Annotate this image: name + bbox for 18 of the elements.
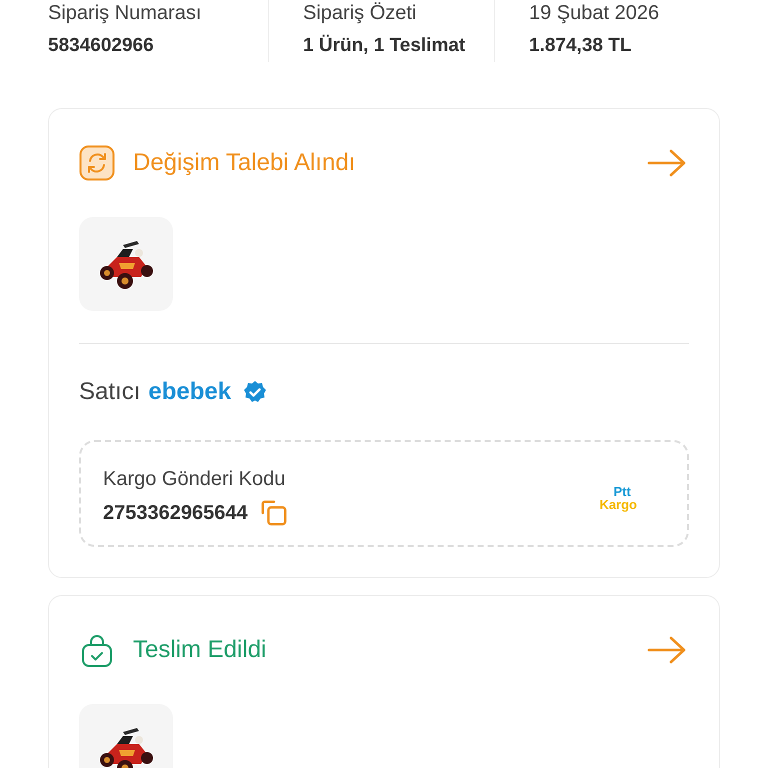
arrow-right-icon[interactable] [647, 635, 687, 665]
arrow-right-icon[interactable] [647, 148, 687, 178]
seller-label: Satıcı [79, 378, 140, 406]
summary-label: Sipariş Özeti [303, 2, 418, 25]
refresh-icon [79, 145, 115, 181]
summary-value: 1.874,38 TL [529, 35, 632, 57]
summary-value: 5834602966 [48, 35, 155, 57]
summary-label: 19 Şubat 2026 [529, 2, 660, 25]
status-title: Değişim Talebi Alındı [133, 149, 356, 177]
carrier-logo: Ptt Kargo [599, 484, 637, 510]
status-title: Teslim Edildi [133, 636, 268, 664]
cargo-label: Kargo Gönderi Kodu [103, 468, 286, 491]
seller-link[interactable]: ebebek [148, 378, 232, 406]
summary-value: 1 Ürün, 1 Teslimat [303, 35, 466, 57]
tracking-code: 2753362965644 [103, 502, 248, 524]
summary-label: Sipariş Numarası [48, 2, 202, 25]
copy-icon[interactable] [260, 499, 288, 527]
shopping-bag-check-icon [79, 632, 115, 668]
